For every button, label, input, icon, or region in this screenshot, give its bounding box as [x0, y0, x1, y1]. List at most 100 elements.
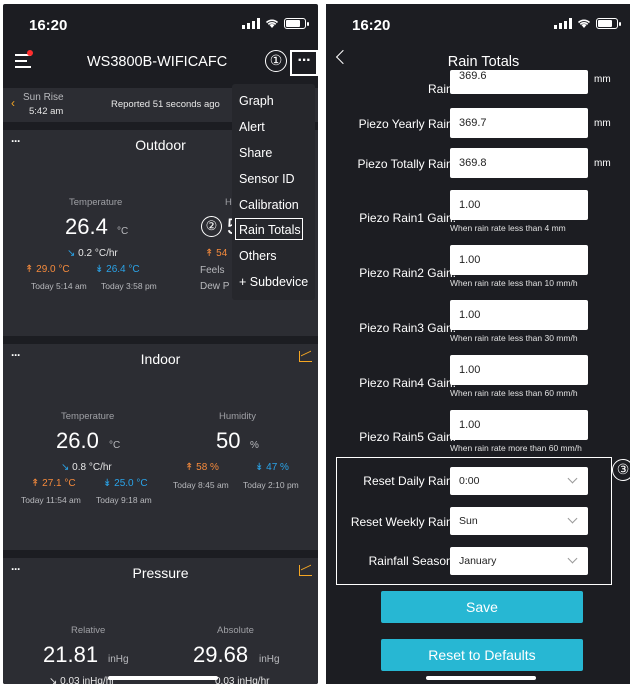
rain5-gain-label: Piezo Rain5 Gain:: [359, 430, 456, 444]
menu-item-sensor-id[interactable]: Sensor ID: [239, 172, 295, 186]
menu-item-others[interactable]: Others: [239, 249, 277, 263]
rain5-gain-input[interactable]: 1.00: [450, 410, 588, 440]
chart-icon[interactable]: [299, 565, 312, 576]
partial-rain-unit: mm: [594, 74, 611, 85]
annotation-3: ③: [612, 459, 630, 481]
menu-item-share[interactable]: Share: [239, 146, 272, 160]
relative-label: Relative: [71, 625, 106, 636]
reset-weekly-select[interactable]: Sun: [450, 507, 588, 535]
totally-rain-unit: mm: [594, 158, 611, 169]
rain3-gain-hint: When rain rate less than 30 mm/h: [450, 333, 578, 343]
annotation-1: ①: [265, 50, 287, 72]
indoor-low-time: Today 9:18 am: [96, 495, 152, 505]
more-options-button[interactable]: ···: [290, 50, 318, 76]
outdoor-rate-value: 0.2: [78, 248, 93, 259]
menu-item-calibration[interactable]: Calibration: [239, 198, 299, 212]
rainfall-season-select[interactable]: January: [450, 547, 588, 575]
rain2-gain-label: Piezo Rain2 Gain:: [359, 266, 456, 280]
indoor-hum-unit: %: [250, 440, 259, 451]
indoor-temp-label: Temperature: [61, 411, 115, 422]
notification-dot: [27, 50, 33, 56]
system-icons: [242, 18, 309, 29]
menu-icon[interactable]: [15, 54, 31, 68]
reported-text: Reported 51 seconds ago: [111, 99, 220, 110]
menu-item-rain-totals[interactable]: Rain Totals: [239, 223, 301, 237]
save-button[interactable]: Save: [381, 591, 583, 623]
chevron-down-icon: [567, 473, 578, 484]
indoor-hum-high: ↟ 58 %: [185, 462, 219, 473]
home-indicator[interactable]: [426, 676, 536, 680]
indoor-hum-low-time: Today 2:10 pm: [243, 480, 299, 490]
absolute-label: Absolute: [217, 625, 254, 636]
status-time: 16:20: [352, 17, 391, 34]
reset-daily-label: Reset Daily Rain:: [363, 474, 456, 488]
relative-unit: inHg: [108, 654, 129, 665]
signal-icon: [554, 18, 572, 29]
outdoor-temp-high: ↟ 29.0 °C: [25, 264, 70, 275]
totally-rain-label: Piezo Totally Rain:: [357, 157, 457, 171]
absolute-value: 29.68: [193, 642, 249, 667]
system-icons: [554, 18, 621, 29]
outdoor-high-time: Today 5:14 am: [31, 281, 87, 291]
reset-weekly-value: Sun: [459, 515, 478, 527]
indoor-temp-rate: ↘ 0.8 °C/hr: [61, 462, 112, 473]
rain4-gain-input[interactable]: 1.00: [450, 355, 588, 385]
page-title: Rain Totals: [447, 54, 520, 70]
yearly-rain-input[interactable]: 369.7: [450, 108, 588, 138]
rain-totals-screen: 16:20 Rain Totals Rain: 369.6 mm Piezo Y…: [326, 4, 630, 684]
status-bar: 16:20: [3, 4, 318, 40]
rain1-gain-input[interactable]: 1.00: [450, 190, 588, 220]
indoor-panel: ··· Indoor Temperature 26.0 °C ↘ 0.8 °C/…: [3, 344, 318, 550]
rain2-gain-input[interactable]: 1.00: [450, 245, 588, 275]
outdoor-hum-label-partial: H: [225, 197, 232, 208]
absolute-rate: 0.03 inHg/hr: [215, 676, 270, 684]
yearly-rain-label: Piezo Yearly Rain:: [358, 117, 456, 131]
indoor-high-time: Today 11:54 am: [21, 495, 81, 505]
partial-rain-input[interactable]: 369.6: [450, 70, 588, 94]
chevron-down-icon: [567, 553, 578, 564]
totally-rain-input[interactable]: 369.8: [450, 148, 588, 178]
home-indicator[interactable]: [108, 676, 218, 680]
chevron-down-icon: [567, 513, 578, 524]
indoor-temp-low: ↡ 25.0 °C: [103, 478, 148, 489]
pressure-title: Pressure: [132, 565, 189, 581]
outdoor-temp-low: ↡ 26.4 °C: [95, 264, 140, 275]
indoor-rate-value: 0.8: [72, 462, 87, 473]
reset-weekly-label: Reset Weekly Rain:: [350, 515, 456, 529]
reset-daily-select[interactable]: 0:00: [450, 467, 588, 495]
rain1-gain-hint: When rain rate less than 4 mm: [450, 223, 566, 233]
rain2-gain-hint: When rain rate less than 10 mm/h: [450, 278, 578, 288]
wifi-icon: [265, 19, 279, 28]
menu-item-graph[interactable]: Graph: [239, 94, 274, 108]
feels-like-partial: Feels: [200, 265, 225, 276]
outdoor-hum-high-partial: ↟ 54: [205, 248, 228, 259]
sunrise-time: 5:42 am: [29, 106, 64, 117]
indoor-hum-label: Humidity: [219, 411, 256, 422]
annotation-2: ②: [201, 216, 222, 237]
chevron-left-icon[interactable]: ‹: [11, 96, 15, 110]
rain3-gain-label: Piezo Rain3 Gain:: [359, 321, 456, 335]
menu-item-add-subdevice[interactable]: + Subdevice: [239, 275, 308, 289]
top-nav: WS3800B-WIFICAFC ① ···: [3, 44, 318, 80]
indoor-temp-unit: °C: [109, 440, 121, 451]
menu-item-alert[interactable]: Alert: [239, 120, 265, 134]
options-menu: Graph Alert Share Sensor ID Calibration …: [232, 84, 315, 300]
outdoor-temp-label: Temperature: [69, 197, 123, 208]
indoor-hum-high-time: Today 8:45 am: [173, 480, 229, 490]
reset-defaults-button[interactable]: Reset to Defaults: [381, 639, 583, 671]
outdoor-temp-rate: ↘ 0.2 °C/hr: [67, 248, 118, 259]
outdoor-temp-unit: °C: [117, 226, 129, 237]
absolute-unit: inHg: [259, 654, 280, 665]
rain3-gain-input[interactable]: 1.00: [450, 300, 588, 330]
indoor-hum-low: ↡ 47 %: [255, 462, 289, 473]
trend-down-icon: ↘: [67, 248, 76, 259]
indoor-title: Indoor: [140, 351, 181, 367]
indoor-rate-unit: °C/hr: [88, 462, 112, 473]
relative-rate: ↘ 0.03 inHg/hr: [49, 676, 115, 684]
indoor-temp-high: ↟ 27.1 °C: [31, 478, 76, 489]
rain5-gain-hint: When rain rate more than 60 mm/h: [450, 443, 582, 453]
outdoor-rate-unit: °C/hr: [94, 248, 118, 259]
outdoor-temp-value: 26.4: [65, 214, 108, 239]
reset-daily-value: 0:00: [459, 475, 480, 487]
chart-icon[interactable]: [299, 351, 312, 362]
